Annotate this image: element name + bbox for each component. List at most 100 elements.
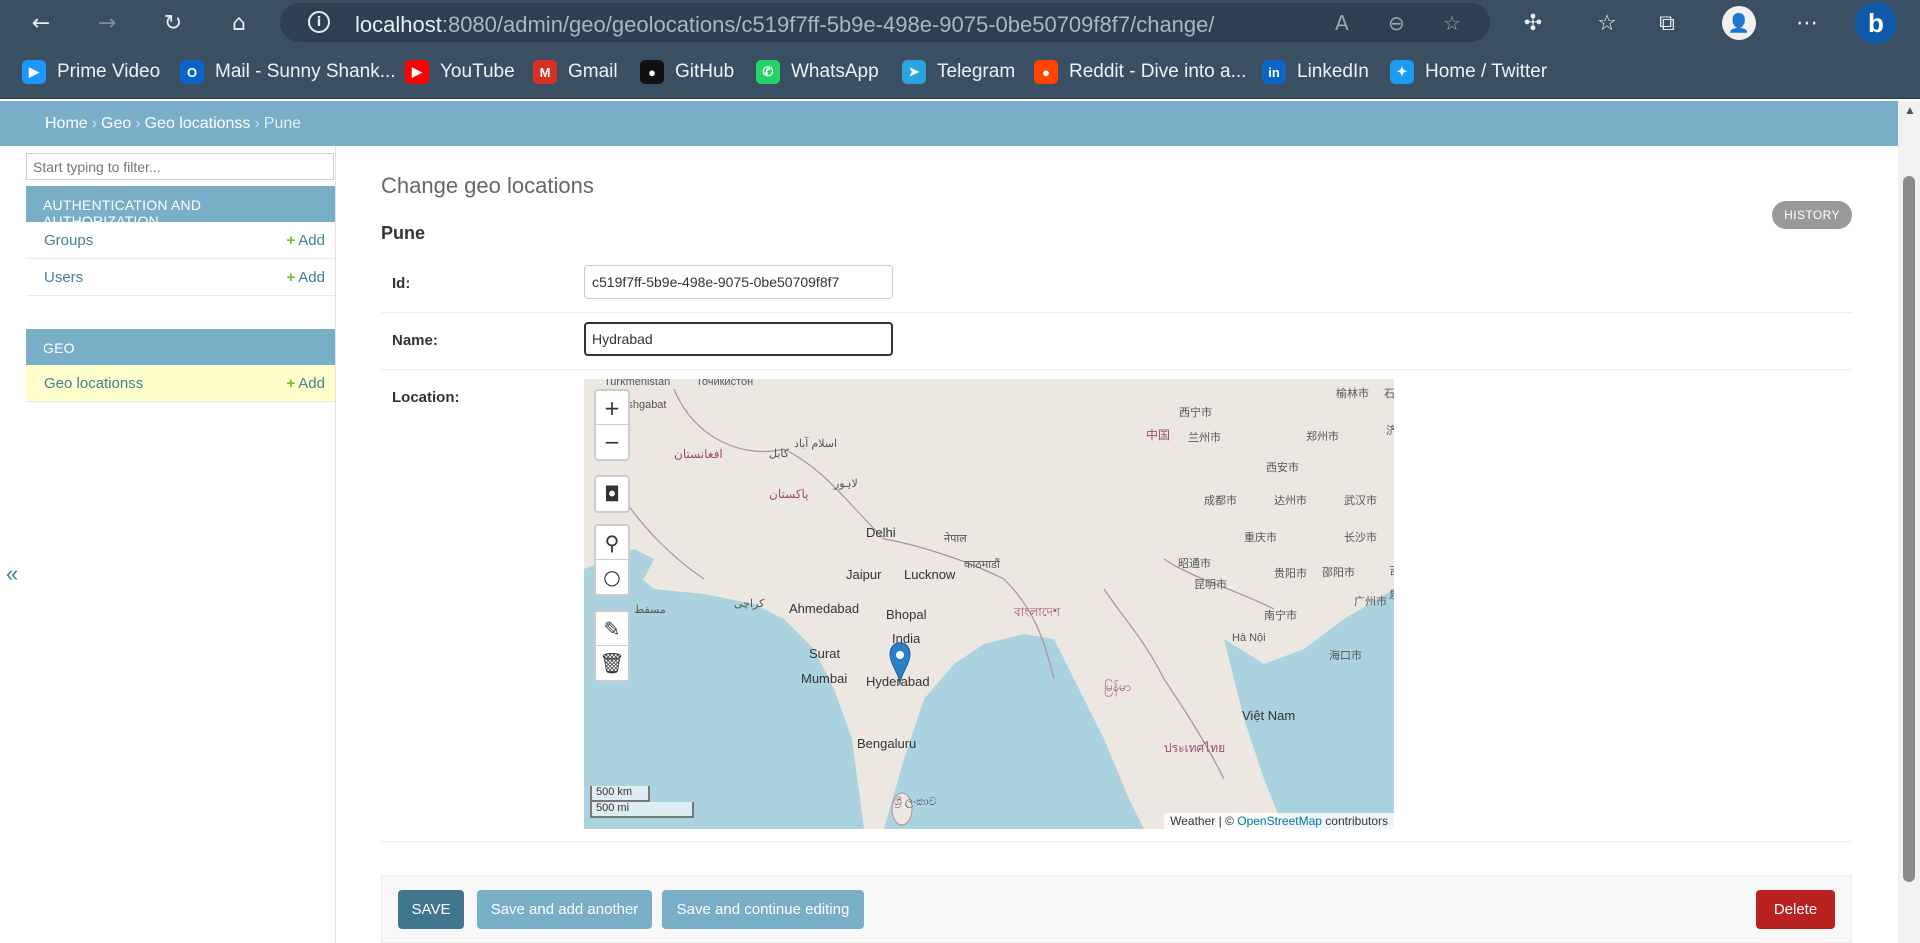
edit-icon[interactable]: ✎ [596,612,628,646]
breadcrumb: Home › Geo › Geo locationss › Pune [45,115,302,132]
bookmark-item[interactable]: ✦ Home / Twitter [1390,59,1547,85]
draw-circle-icon[interactable]: ○ [596,560,628,594]
nav-sidebar: AUTHENTICATION AND AUTHORIZATION Groups … [0,146,336,943]
favorites-icon[interactable]: ☆ [1590,6,1624,40]
draw-point-icon[interactable]: ⚲ [596,526,628,560]
bookmark-item[interactable]: ● Reddit - Dive into a... [1034,59,1246,85]
map-place-label: 广州市 [1354,596,1387,608]
map-place-label: 中国 [1146,428,1171,442]
zoom-out-button[interactable]: − [596,425,628,459]
add-geo-location-link[interactable]: + Add [287,375,325,392]
bookmark-item[interactable]: M Gmail [533,59,618,85]
bookmark-item[interactable]: O Mail - Sunny Shank... [180,59,396,85]
plus-icon: + [286,269,296,286]
map-place-label: ประเทศไทย [1164,741,1226,755]
home-icon[interactable]: ⌂ [222,6,256,40]
map-place-label: 贵阳市 [1274,568,1307,580]
sidebar-item-users[interactable]: Users + Add [26,259,335,296]
history-button[interactable]: HISTORY [1772,201,1852,229]
map-place-label: مسقط [634,604,666,616]
url-text[interactable]: localhost:8080/admin/geo/geolocations/c5… [355,12,1215,38]
browser-toolbar: ← → ↻ ⌂ i localhost:8080/admin/geo/geolo… [0,0,1920,45]
save-and-add-button[interactable]: Save and add another [477,890,652,929]
sidebar-item-label[interactable]: Groups [44,232,93,249]
bookmarks-bar: ▶ Prime Video O Mail - Sunny Shank... ▶ YouTu… [0,45,1920,99]
more-icon[interactable]: ⋯ [1790,6,1824,40]
form-row-name: Name: [381,313,1852,370]
forward-icon[interactable]: → [90,6,124,40]
nav-filter-input[interactable] [26,153,334,180]
bookmark-icon: M [533,60,557,84]
scroll-thumb[interactable] [1903,176,1915,882]
delete-button[interactable]: Delete [1756,890,1835,929]
url-path: :8080/admin/geo/geolocations/c519f7ff-5b… [441,12,1215,37]
site-info-icon[interactable]: i [308,11,330,33]
id-field[interactable] [584,265,893,299]
back-icon[interactable]: ← [24,6,58,40]
map-place-label: 昭通市 [1178,558,1211,570]
delete-icon[interactable]: 🗑 [596,646,628,680]
draw-polygon-icon[interactable]: ◘ [596,477,628,511]
page-title: Change geo locations [381,173,594,198]
form-row-id: Id: [381,256,1852,313]
map-place-label: Surat [809,646,841,661]
breadcrumb-app[interactable]: Geo [101,115,131,132]
save-and-continue-button[interactable]: Save and continue editing [662,890,864,929]
map-place-label: 西宁市 [1179,407,1212,419]
bing-icon[interactable]: b [1855,2,1897,44]
map-place-label: 邵阳市 [1322,567,1355,579]
refresh-icon[interactable]: ↻ [156,6,190,40]
map-place-label: বাংলাদেশ [1014,605,1060,619]
bookmark-item[interactable]: ▶ Prime Video [22,59,160,85]
map-place-label: 海口市 [1329,650,1362,662]
bookmark-label: Home / Twitter [1425,61,1548,82]
address-bar[interactable]: i localhost:8080/admin/geo/geolocations/… [280,3,1490,42]
module-caption-geo[interactable]: GEO [26,329,335,365]
bookmark-label: LinkedIn [1297,61,1369,82]
sidebar-item-geo-locations[interactable]: Geo locationss + Add [26,365,335,402]
add-label: Add [298,269,325,286]
sidebar-collapse-toggle[interactable]: « [6,561,18,587]
sidebar-item-groups[interactable]: Groups + Add [26,222,335,259]
map-place-label: 济南 [1386,425,1394,437]
add-label: Add [298,375,325,392]
plus-icon: + [286,232,296,249]
map-place-label: افغانستان [674,447,723,461]
map-place-label: 吉安 [1389,562,1394,578]
map-place-label: پاکستان [769,487,809,501]
zoom-icon[interactable]: ⊖ [1388,11,1405,35]
favorite-add-icon[interactable]: ☆ [1443,11,1461,35]
map-place-label: काठमाडौं [964,559,1000,571]
zoom-in-button[interactable]: + [596,391,628,425]
read-aloud-icon[interactable]: A [1335,11,1349,35]
map-place-label: Точикистон [696,379,754,388]
breadcrumb-home[interactable]: Home [45,115,88,132]
bookmark-item[interactable]: ● GitHub [640,59,734,85]
scroll-up-icon[interactable]: ▲ [1904,103,1916,117]
attribution-prefix: Weather | © [1170,814,1234,828]
collections-icon[interactable]: ⧉ [1650,6,1684,40]
sidebar-item-label[interactable]: Geo locationss [44,375,143,392]
add-users-link[interactable]: + Add [287,269,325,286]
extensions-icon[interactable]: ✣ [1516,6,1550,40]
map-place-label: India [892,631,921,646]
save-button[interactable]: SAVE [398,890,464,929]
osm-link[interactable]: OpenStreetMap [1237,814,1322,828]
breadcrumb-model[interactable]: Geo locationss [145,115,251,132]
page-scrollbar[interactable]: ▲ [1898,101,1920,943]
add-groups-link[interactable]: + Add [287,232,325,249]
sidebar-item-label[interactable]: Users [44,269,83,286]
bookmark-item[interactable]: ✆ WhatsApp [756,59,879,85]
profile-avatar[interactable]: 👤 [1722,6,1756,40]
bookmark-item[interactable]: in LinkedIn [1262,59,1369,85]
bookmark-item[interactable]: ▶ YouTube [405,59,515,85]
scale-mi: 500 mi [590,802,694,818]
name-field[interactable] [584,322,893,356]
bookmark-item[interactable]: ➤ Telegram [902,59,1015,85]
main-content: Change geo locations Pune HISTORY Id: Na… [381,146,1852,943]
map-place-label: 南宁市 [1264,610,1297,622]
id-label: Id: [392,275,411,292]
module-caption-auth[interactable]: AUTHENTICATION AND AUTHORIZATION [26,186,335,229]
map-place-label: Lucknow [904,567,956,582]
location-map[interactable]: Turkmenistan Точикистон Ashgabat افغانستان ک… [584,379,1394,829]
